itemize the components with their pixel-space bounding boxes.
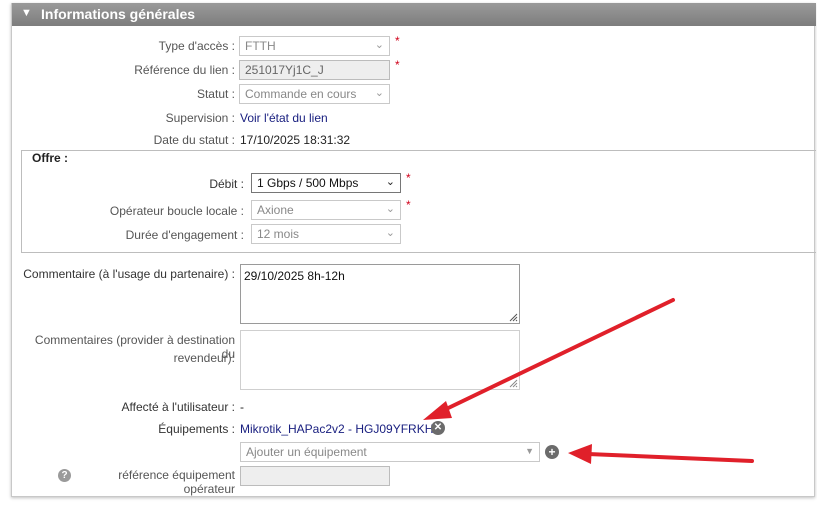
comment-partner-value: 29/10/2025 8h-12h (244, 269, 345, 283)
status-date-label: Date du statut : (153, 133, 235, 147)
panel-header[interactable]: ▼ Informations générales (12, 3, 816, 26)
required-mark: * (395, 58, 400, 72)
supervision-link[interactable]: Voir l'état du lien (240, 111, 328, 125)
link-ref-label: Référence du lien : (134, 63, 235, 77)
assigned-user-label: Affecté à l'utilisateur : (121, 400, 235, 414)
debit-value: 1 Gbps / 500 Mbps (257, 176, 359, 190)
equipments-label: Équipements : (158, 422, 235, 436)
close-circle-icon[interactable]: ✕ (431, 421, 445, 435)
offre-legend: Offre : (29, 151, 71, 165)
operator-value: Axione (257, 203, 294, 217)
access-type-value: FTTH (245, 39, 276, 53)
equipment-item-link[interactable]: Mikrotik_HAPac2v2 - HGJ09YFRKHH (240, 422, 442, 436)
assigned-user-value: - (240, 400, 244, 414)
comment-partner-label: Commentaire (à l'usage du partenaire) : (23, 267, 235, 281)
link-ref-input[interactable]: 251017Yj1C_J (239, 60, 390, 80)
duration-value: 12 mois (257, 227, 300, 241)
required-mark: * (406, 171, 411, 185)
plus-circle-icon[interactable]: + (545, 445, 559, 459)
comment-partner-textarea[interactable]: 29/10/2025 8h-12h (240, 264, 520, 324)
caret-down-icon: ▼ (525, 446, 534, 456)
duration-select[interactable]: 12 mois ⌄ (251, 224, 401, 244)
resize-grip-icon[interactable] (509, 379, 518, 388)
chevron-down-icon: ⌄ (385, 176, 395, 188)
status-select[interactable]: Commande en cours ⌄ (239, 84, 390, 104)
comment-provider-label-2: revendeur): (173, 351, 235, 365)
required-mark: * (395, 34, 400, 48)
add-equipment-select[interactable]: Ajouter un équipement ▼ (240, 442, 540, 462)
operator-ref-label: référence équipement opérateur (118, 468, 235, 496)
access-type-label: Type d'accès : (158, 39, 235, 53)
operator-ref-input[interactable] (240, 466, 390, 486)
operator-label: Opérateur boucle locale : (109, 204, 244, 218)
chevron-down-icon: ⌄ (385, 227, 395, 239)
add-equipment-placeholder: Ajouter un équipement (246, 445, 367, 459)
collapse-triangle-icon[interactable]: ▼ (21, 7, 32, 19)
resize-grip-icon[interactable] (509, 313, 518, 322)
supervision-label: Supervision : (165, 111, 235, 125)
access-type-select[interactable]: FTTH ⌄ (239, 36, 390, 56)
duration-label: Durée d'engagement : (125, 228, 244, 242)
chevron-down-icon: ⌄ (385, 203, 395, 215)
required-mark: * (406, 198, 411, 212)
chevron-down-icon: ⌄ (374, 87, 384, 99)
status-date-value: 17/10/2025 18:31:32 (240, 133, 351, 147)
status-label: Statut : (196, 87, 235, 101)
chevron-down-icon: ⌄ (374, 39, 384, 51)
debit-select[interactable]: 1 Gbps / 500 Mbps ⌄ (251, 173, 401, 193)
help-question-icon[interactable]: ? (58, 469, 71, 482)
panel-title: Informations générales (41, 6, 196, 22)
debit-label: Débit : (209, 177, 244, 191)
status-value: Commande en cours (245, 87, 357, 101)
comment-provider-textarea[interactable] (240, 330, 520, 390)
operator-select[interactable]: Axione ⌄ (251, 200, 401, 220)
